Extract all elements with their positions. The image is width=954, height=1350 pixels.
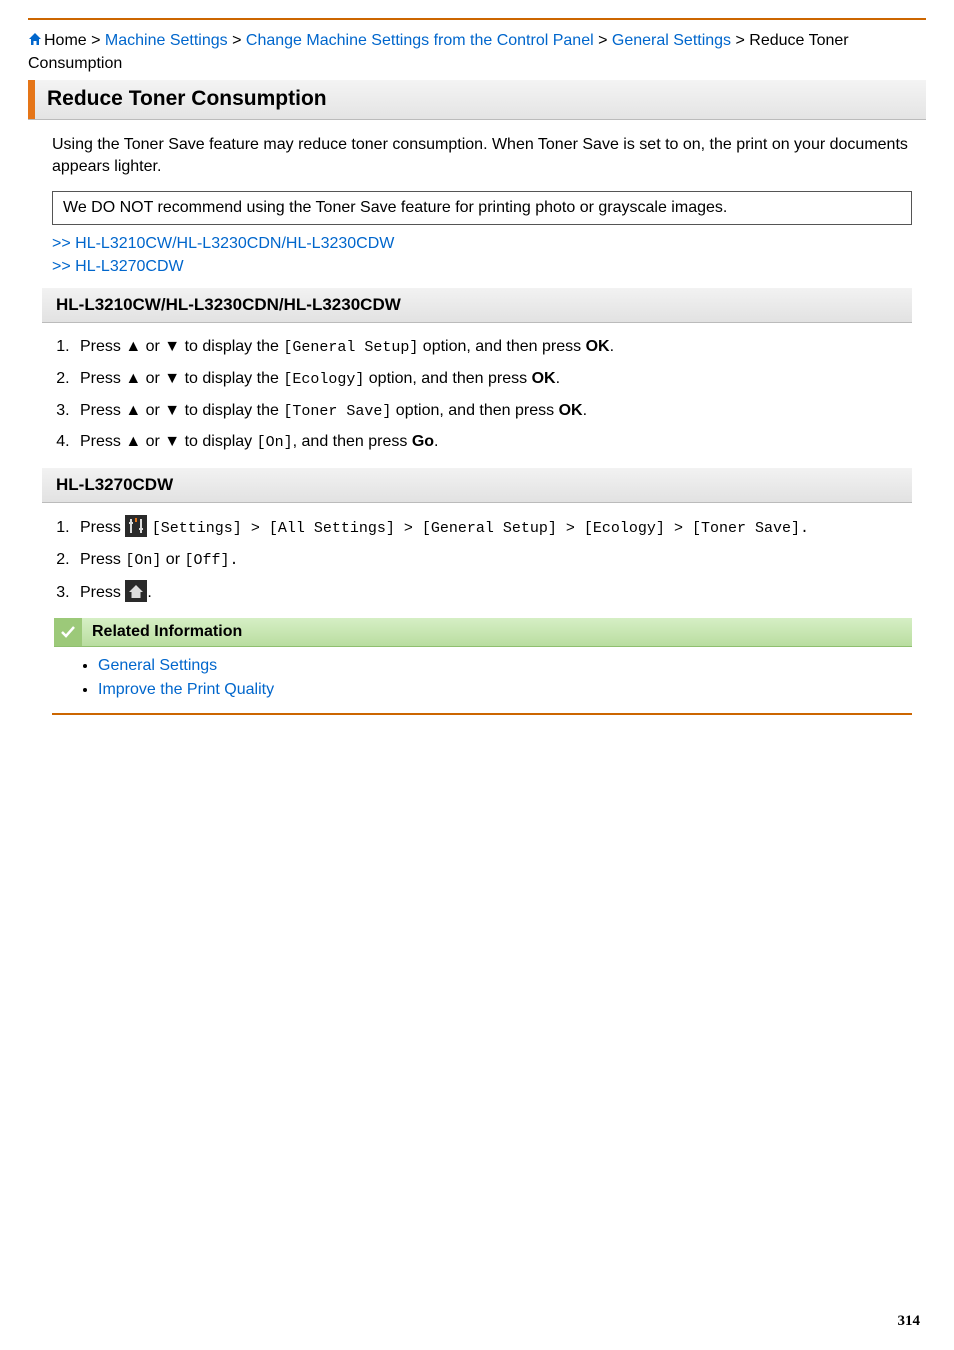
section-heading-1: HL-L3210CW/HL-L3230CDN/HL-L3230CDW	[42, 288, 912, 323]
home-button-icon	[125, 580, 147, 602]
settings-icon	[125, 515, 147, 537]
breadcrumb-link-2[interactable]: Change Machine Settings from the Control…	[246, 32, 594, 49]
home-icon	[28, 31, 42, 53]
steps-list-2: Press [Settings] > [All Settings] > [Gen…	[52, 515, 912, 604]
list-item: General Settings	[98, 657, 912, 675]
title-accent	[28, 80, 35, 119]
anchor-links: >> HL-L3210CW/HL-L3230CDN/HL-L3230CDW >>…	[52, 233, 912, 278]
list-item: Press .	[74, 580, 912, 604]
page-title: Reduce Toner Consumption	[35, 80, 339, 119]
check-icon	[54, 618, 82, 646]
list-item: Press ▲ or ▼ to display the [Toner Save]…	[74, 399, 912, 423]
list-item: Press ▲ or ▼ to display the [General Set…	[74, 335, 912, 359]
breadcrumb: Home > Machine Settings > Change Machine…	[28, 30, 926, 74]
list-item: Press ▲ or ▼ to display [On], and then p…	[74, 430, 912, 454]
list-item: Press ▲ or ▼ to display the [Ecology] op…	[74, 367, 912, 391]
note-box: We DO NOT recommend using the Toner Save…	[52, 191, 912, 225]
list-item: Press [Settings] > [All Settings] > [Gen…	[74, 515, 912, 540]
anchor-link-1[interactable]: >> HL-L3210CW/HL-L3230CDN/HL-L3230CDW	[52, 233, 912, 255]
steps-list-1: Press ▲ or ▼ to display the [General Set…	[52, 335, 912, 454]
related-info-bar: Related Information	[54, 618, 912, 647]
intro-text: Using the Toner Save feature may reduce …	[52, 134, 912, 177]
anchor-link-2[interactable]: >> HL-L3270CDW	[52, 256, 912, 278]
related-link-2[interactable]: Improve the Print Quality	[98, 681, 274, 698]
page-number: 314	[898, 1313, 921, 1330]
breadcrumb-link-1[interactable]: Machine Settings	[105, 32, 228, 49]
related-list: General Settings Improve the Print Quali…	[80, 657, 912, 699]
section-heading-2: HL-L3270CDW	[42, 468, 912, 503]
list-item: Improve the Print Quality	[98, 681, 912, 699]
related-link-1[interactable]: General Settings	[98, 657, 217, 674]
page-title-bar: Reduce Toner Consumption	[28, 80, 926, 120]
top-rule	[28, 18, 926, 20]
breadcrumb-link-3[interactable]: General Settings	[612, 32, 731, 49]
bottom-rule	[52, 713, 912, 715]
list-item: Press [On] or [Off].	[74, 548, 912, 572]
breadcrumb-home[interactable]: Home	[44, 32, 87, 49]
related-info-title: Related Information	[92, 618, 242, 646]
